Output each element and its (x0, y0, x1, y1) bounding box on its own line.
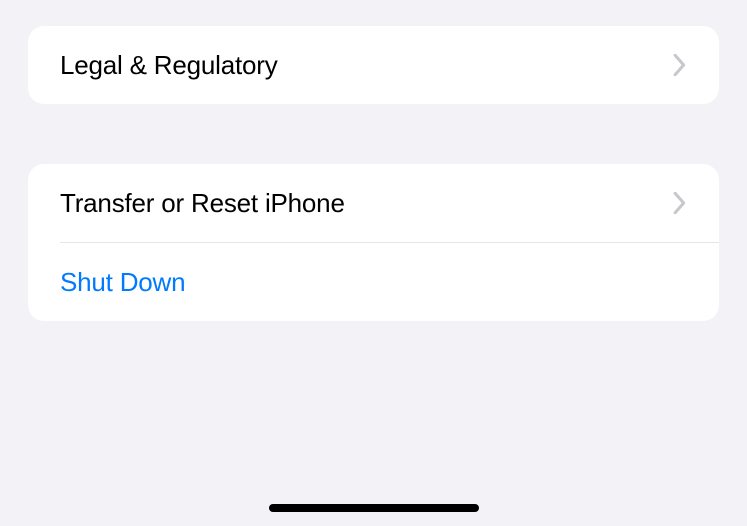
transfer-reset-label: Transfer or Reset iPhone (60, 188, 345, 219)
shut-down-label: Shut Down (60, 267, 185, 298)
chevron-right-icon (673, 54, 687, 76)
transfer-reset-row[interactable]: Transfer or Reset iPhone (28, 164, 719, 242)
legal-regulatory-label: Legal & Regulatory (60, 50, 278, 81)
shut-down-row[interactable]: Shut Down (28, 243, 719, 321)
legal-regulatory-row[interactable]: Legal & Regulatory (28, 26, 719, 104)
home-indicator[interactable] (269, 504, 479, 512)
chevron-right-icon (673, 192, 687, 214)
settings-group-reset: Transfer or Reset iPhone Shut Down (28, 164, 719, 321)
settings-group-legal: Legal & Regulatory (28, 26, 719, 104)
